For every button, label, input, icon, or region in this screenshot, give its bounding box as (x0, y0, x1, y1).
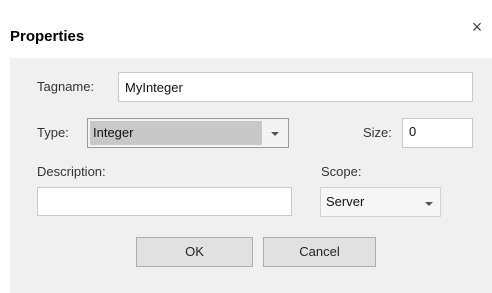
type-value: Integer (93, 125, 134, 140)
type-select[interactable]: Integer (87, 118, 289, 148)
chevron-down-icon (425, 202, 433, 206)
cancel-button[interactable]: Cancel (263, 237, 376, 267)
ok-button[interactable]: OK (136, 237, 253, 267)
dialog-title: Properties (10, 28, 85, 45)
scope-select[interactable]: Server (320, 187, 441, 217)
type-label: Type: (37, 125, 69, 140)
title-bar: Properties × (0, 0, 492, 58)
scope-label: Scope: (321, 164, 362, 179)
tagname-field[interactable]: MyInteger (118, 72, 473, 102)
properties-dialog: Properties × Tagname: MyInteger Type: In… (0, 0, 492, 293)
description-label: Description: (37, 164, 106, 179)
size-label: Size: (363, 125, 392, 140)
description-field[interactable] (37, 187, 292, 216)
tagname-label: Tagname: (37, 79, 95, 94)
type-selected-value: Integer (90, 121, 262, 145)
close-icon[interactable]: × (468, 18, 486, 36)
size-field[interactable]: 0 (402, 118, 473, 148)
size-value: 0 (409, 124, 417, 139)
tagname-value: MyInteger (125, 80, 183, 95)
chevron-down-icon (271, 132, 279, 136)
scope-value: Server (326, 194, 365, 209)
